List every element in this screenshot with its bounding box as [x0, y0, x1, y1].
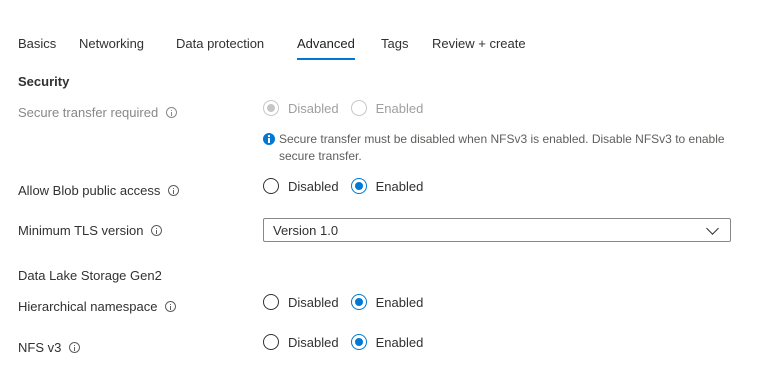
tab-data-protection[interactable]: Data protection — [176, 36, 264, 51]
data-lake-section-title: Data Lake Storage Gen2 — [18, 268, 162, 283]
radio-label: Disabled — [288, 100, 339, 116]
radio-button[interactable] — [263, 334, 279, 350]
nfs-v3-label-text: NFS v3 — [18, 340, 62, 355]
radio-button[interactable] — [350, 334, 367, 350]
blob-public-access-label: Allow Blob public access — [18, 183, 180, 198]
info-message-text: Secure transfer must be disabled when NF… — [279, 132, 725, 163]
radio-label: Enabled — [375, 100, 424, 116]
info-icon[interactable] — [165, 301, 177, 312]
secure-transfer-label-text: Secure transfer required — [18, 105, 159, 120]
secure-transfer-disabled-option[interactable]: Disabled — [263, 100, 339, 116]
secure-transfer-radio-group: Disabled Enabled — [263, 100, 435, 116]
radio-button[interactable] — [263, 294, 279, 310]
tab-review-create[interactable]: Review + create — [432, 36, 526, 51]
hierarchical-namespace-disabled-option[interactable]: Disabled — [263, 294, 339, 310]
nfs-v3-radio-group: Disabled Enabled — [263, 334, 435, 350]
info-icon[interactable] — [151, 225, 163, 236]
info-icon[interactable] — [166, 107, 178, 118]
hierarchical-namespace-label-text: Hierarchical namespace — [18, 299, 158, 314]
radio-label: Enabled — [375, 294, 424, 310]
tab-bar: Basics Networking Data protection Advanc… — [0, 0, 768, 62]
chevron-down-icon[interactable] — [706, 222, 719, 235]
tab-basics[interactable]: Basics — [18, 36, 56, 51]
info-icon[interactable] — [168, 185, 180, 196]
hierarchical-namespace-enabled-option[interactable]: Enabled — [350, 294, 424, 310]
radio-button[interactable] — [350, 294, 367, 310]
tls-version-value: Version 1.0 — [273, 223, 339, 238]
radio-label: Enabled — [375, 178, 424, 194]
nfs-v3-disabled-option[interactable]: Disabled — [263, 334, 339, 350]
nfs-v3-label: NFS v3 — [18, 340, 81, 355]
blob-public-access-disabled-option[interactable]: Disabled — [263, 178, 339, 194]
blob-public-access-label-text: Allow Blob public access — [18, 183, 161, 198]
hierarchical-namespace-radio-group: Disabled Enabled — [263, 294, 435, 310]
radio-button[interactable] — [350, 100, 367, 116]
radio-label: Disabled — [288, 334, 339, 350]
tab-advanced[interactable]: Advanced — [297, 36, 355, 60]
radio-label: Enabled — [375, 334, 424, 350]
tab-tags[interactable]: Tags — [381, 36, 408, 51]
info-icon[interactable] — [69, 342, 81, 353]
tls-version-label-text: Minimum TLS version — [18, 223, 144, 238]
radio-button[interactable] — [263, 100, 279, 116]
radio-label: Disabled — [288, 178, 339, 194]
secure-transfer-enabled-option[interactable]: Enabled — [350, 100, 424, 116]
nfs-v3-enabled-option[interactable]: Enabled — [350, 334, 424, 350]
info-message: Secure transfer must be disabled when NF… — [263, 131, 733, 165]
blob-public-access-enabled-option[interactable]: Enabled — [350, 178, 424, 194]
radio-label: Disabled — [288, 294, 339, 310]
tab-networking[interactable]: Networking — [79, 36, 144, 51]
radio-button[interactable] — [350, 178, 367, 194]
info-filled-icon — [263, 133, 275, 145]
blob-public-access-radio-group: Disabled Enabled — [263, 178, 435, 194]
security-section-title: Security — [18, 74, 70, 89]
tls-version-label: Minimum TLS version — [18, 223, 163, 238]
radio-button[interactable] — [263, 178, 279, 194]
hierarchical-namespace-label: Hierarchical namespace — [18, 299, 177, 314]
secure-transfer-label: Secure transfer required — [18, 105, 178, 120]
tls-version-dropdown[interactable]: Version 1.0 — [263, 218, 731, 242]
